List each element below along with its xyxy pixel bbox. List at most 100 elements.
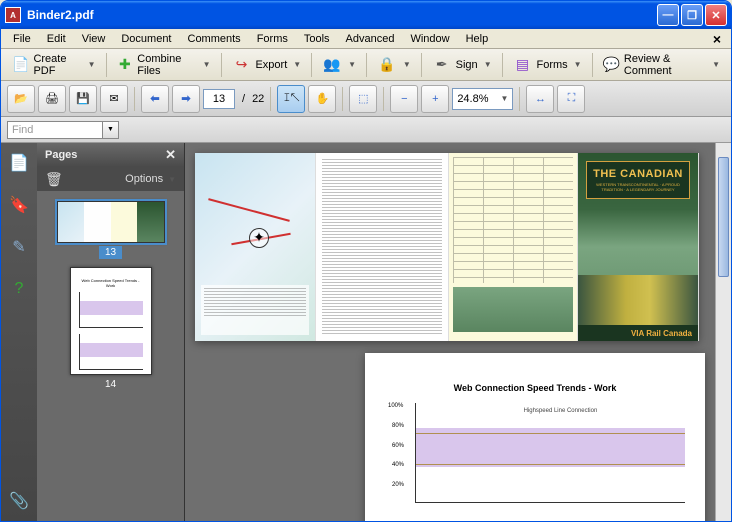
page-number-input[interactable] [203,89,235,109]
trash-icon[interactable]: 🗑 [45,171,63,188]
close-panel-button[interactable]: ✕ [165,147,176,163]
zoom-in-button[interactable]: + [421,85,449,113]
titlebar: A Binder2.pdf — ❐ ✕ [1,1,731,29]
thumbnail-item[interactable]: 13 [57,201,165,259]
minus-icon: − [401,93,407,105]
close-button[interactable]: ✕ [705,4,727,26]
folder-icon: 📂 [14,92,28,105]
pen-icon: ✒ [432,55,452,75]
forms-label: Forms [536,59,567,71]
chevron-down-icon: ▼ [484,60,492,69]
export-button[interactable]: ↪ Export ▼ [224,51,308,79]
email-button[interactable]: ✉ [100,85,128,113]
menu-comments[interactable]: Comments [180,31,249,47]
menu-file[interactable]: File [5,31,39,47]
chart-series-label: Highspeed Line Connection [524,408,598,414]
create-pdf-icon: 📄 [12,55,29,75]
arrow-right-icon: ➡ [181,92,190,105]
main-toolbar: 📄 Create PDF ▼ ✚ Combine Files ▼ ↪ Expor… [1,49,731,81]
zoom-value: 24.8% [457,93,488,105]
scroll-thumb[interactable] [718,157,729,277]
find-input[interactable]: Find [7,121,103,139]
pages-panel-title: Pages [45,149,77,161]
menu-edit[interactable]: Edit [39,31,74,47]
export-icon: ↪ [231,55,251,75]
chevron-down-icon: ▼ [712,60,720,69]
vertical-scrollbar[interactable] [715,143,731,521]
menu-tools[interactable]: Tools [296,31,338,47]
hand-tool-button[interactable]: ✋ [308,85,336,113]
menu-advanced[interactable]: Advanced [338,31,403,47]
attachments-panel-icon[interactable]: 📎 [7,489,31,513]
window-title: Binder2.pdf [27,8,657,22]
review-button[interactable]: 💬 Review & Comment ▼ [595,49,727,81]
text-cursor-icon: 𝙸↖ [283,92,300,105]
bookmarks-panel-icon[interactable]: 🔖 [7,193,31,217]
zoom-select[interactable]: 24.8% ▼ [452,88,513,110]
thumbnail-item[interactable]: Web Connection Speed Trends - Work 14 [70,267,152,391]
brochure-title: THE CANADIAN [593,168,683,180]
chevron-down-icon: ▼ [203,60,211,69]
save-button[interactable]: 💾 [69,85,97,113]
help-panel-icon[interactable]: ? [7,277,31,301]
fit-width-button[interactable]: ↔ [526,85,554,113]
chevron-down-icon: ▼ [293,60,301,69]
menu-help[interactable]: Help [458,31,497,47]
find-dropdown[interactable]: ▼ [103,121,119,139]
chart-area: Highspeed Line Connection 100% 80% 60% 4… [415,403,685,503]
pages-panel-icon[interactable]: 📄 [7,151,31,175]
next-page-button[interactable]: ➡ [172,85,200,113]
page-total: 22 [252,93,264,105]
combine-files-button[interactable]: ✚ Combine Files ▼ [109,49,217,81]
create-pdf-button[interactable]: 📄 Create PDF ▼ [5,49,103,81]
forms-icon: ▤ [512,55,532,75]
pages-panel-header: Pages ✕ [37,143,184,167]
options-label: Options [125,173,163,185]
fit-page-button[interactable]: ⛶ [557,85,585,113]
open-button[interactable]: 📂 [7,85,35,113]
print-button[interactable]: 🖨 [38,85,66,113]
chart-title: Web Connection Speed Trends - Work [385,383,685,393]
chevron-down-icon: ▼ [574,60,582,69]
pdf-page-13: ✦ THE CANADIAN WESTERN TRANSCONTINENTAL … [195,153,699,341]
chevron-down-icon: ▼ [88,60,96,69]
combine-label: Combine Files [137,53,196,77]
chevron-down-icon: ▼ [348,60,356,69]
find-bar: Find ▼ [1,117,731,143]
menu-window[interactable]: Window [402,31,457,47]
signatures-panel-icon[interactable]: ✎ [7,235,31,259]
meeting-icon: 👥 [322,55,342,75]
select-tool-button[interactable]: 𝙸↖ [277,85,305,113]
brochure-text-panel [316,153,449,341]
menu-document[interactable]: Document [113,31,179,47]
chevron-down-icon: ▼ [501,94,509,103]
secure-button[interactable]: 🔒 ▼ [370,51,418,79]
menubar: File Edit View Document Comments Forms T… [1,29,731,49]
marquee-zoom-button[interactable]: ⬚ [349,85,377,113]
fit-width-icon: ↔ [535,93,546,105]
sign-button[interactable]: ✒ Sign ▼ [425,51,499,79]
menu-forms[interactable]: Forms [249,31,296,47]
thumbnails-list[interactable]: 13 Web Connection Speed Trends - Work [37,191,184,521]
zoom-out-button[interactable]: − [390,85,418,113]
combine-icon: ✚ [116,55,133,75]
menu-view[interactable]: View [74,31,114,47]
marquee-icon: ⬚ [358,92,368,105]
prev-page-button[interactable]: ⬅ [141,85,169,113]
fit-page-icon: ⛶ [568,92,576,105]
arrow-left-icon: ⬅ [150,92,159,105]
pdf-icon: A [5,7,21,23]
minimize-button[interactable]: — [657,4,679,26]
via-logo: VIA Rail Canada [631,329,692,338]
find-placeholder: Find [12,124,33,136]
lock-icon: 🔒 [377,55,397,75]
document-area[interactable]: ✦ THE CANADIAN WESTERN TRANSCONTINENTAL … [185,143,731,521]
forms-button[interactable]: ▤ Forms ▼ [505,51,588,79]
pages-options-button[interactable]: Options ▼ [125,173,176,185]
meeting-button[interactable]: 👥 ▼ [315,51,363,79]
hand-icon: ✋ [315,92,329,105]
brochure-cover-panel: THE CANADIAN WESTERN TRANSCONTINENTAL · … [578,153,699,341]
export-label: Export [255,59,287,71]
doc-close-button[interactable]: × [707,31,727,47]
maximize-button[interactable]: ❐ [681,4,703,26]
